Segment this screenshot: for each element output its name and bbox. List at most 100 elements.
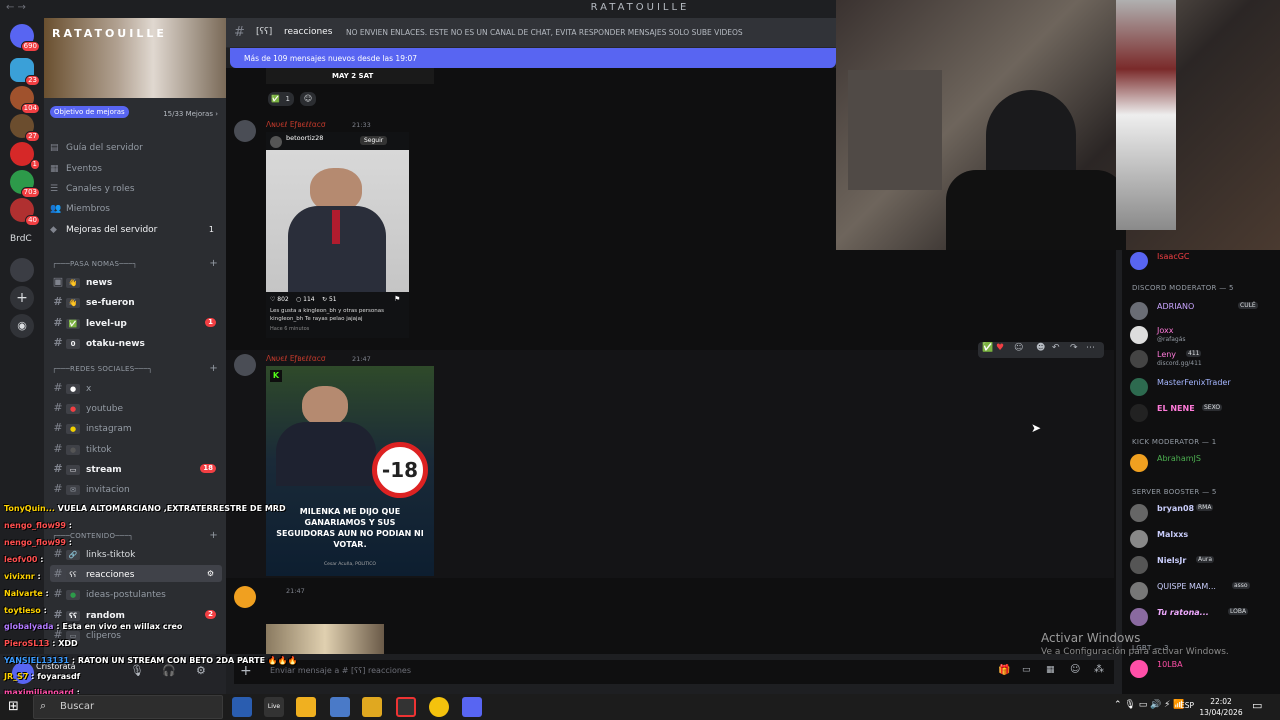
member-item[interactable]: Malxxs [1130,528,1278,550]
channel-news[interactable]: ▣ 👋 news [50,273,222,290]
server-icon[interactable]: 703 [10,170,40,198]
check-icon[interactable]: ✅ [982,343,993,353]
member-item[interactable]: AbrahamJS [1130,452,1278,474]
message-composer[interactable]: + Enviar mensaje a # [ʕʕ] reacciones 🎁 ▭… [234,660,1114,684]
follow-button[interactable]: Seguir [360,136,388,145]
image-headline: MILENKA ME DIJO QUE GANARIAMOS Y SUS SEG… [276,507,424,549]
member-item[interactable]: QUISPE MAM... asso [1130,580,1278,602]
copilot-icon[interactable] [232,697,252,717]
gift-icon[interactable]: 🎁 [998,665,1010,676]
menu-server-boost[interactable]: ◆ Mejoras del servidor 1 [50,222,220,238]
member-item[interactable]: bryan08 RMA [1130,502,1278,524]
avatar[interactable] [234,586,256,608]
member-item[interactable]: MasterFenixTrader [1130,376,1278,398]
channel-otaku-news[interactable]: #0 otaku-news [50,334,222,351]
emoji-icon[interactable]: ☺ [1070,664,1080,675]
menu-members[interactable]: 👥 Miembros [50,201,220,217]
reaction-check[interactable]: ✅ 1 [268,92,294,106]
avatar[interactable] [234,354,256,376]
message-author[interactable]: Λɴυєℓ Eƒʙєℓℓαcσ [266,120,326,129]
discord-icon[interactable] [462,697,482,717]
server-banner[interactable]: RATATOUILLE [44,18,226,98]
boost-goal[interactable]: Objetivo de mejoras 15/33 Mejoras › [50,106,220,122]
mic-icon[interactable]: 🎙 [130,664,144,677]
live-app-icon[interactable]: Live [264,697,284,717]
channel-stream[interactable]: # ▭ stream 18 [50,460,222,477]
channel-level-up[interactable]: # ✅ level-up 1 [50,314,222,331]
member-item[interactable]: ADRIANO CULÉ [1130,300,1278,322]
channel-ideas-postulantes[interactable]: # ● ideas-postulantes [50,585,222,602]
channel-instagram[interactable]: # ● instagram [50,419,222,436]
channel-se-fueron[interactable]: # 👋 se-fueron [50,293,222,310]
add-reaction-icon[interactable]: ☺ [300,92,316,106]
previous-embed[interactable]: MAY 2 SAT [266,68,434,84]
more-icon[interactable]: ⋯ [1086,343,1095,353]
notification-icon[interactable]: ▭ [1252,699,1262,712]
add-server-icon[interactable]: + [10,286,34,310]
member-item[interactable]: Joxx @rafagás [1130,324,1278,346]
gif-icon[interactable]: ▭ [1022,665,1031,675]
chrome-icon[interactable] [429,697,449,717]
server-icon[interactable]: 104 [10,86,40,114]
server-icon[interactable]: 23 [10,58,40,86]
channel-random[interactable]: # ʕʕ random 2 [50,606,222,623]
taskbar: ⊞ ⌕ Buscar Live ⌃ 🎙 ▭ 🔊 ⚡ 📶 ESP 22:02 13/0… [0,694,1280,720]
channel-invitacion[interactable]: # ✉ invitacion [50,480,222,497]
sticker-icon[interactable]: ▦ [1046,665,1055,675]
apps-icon[interactable]: ⁂ [1094,664,1104,675]
emoji-add-icon[interactable]: ☻ [1036,343,1045,353]
post-image[interactable] [266,624,384,654]
bookmark-icon[interactable]: ⚑ [394,295,400,303]
channel-x[interactable]: # ● x [50,379,222,396]
tiktok-embed[interactable]: betoortiz28 Seguir ♡ 802 ○ 114 ↻ 51 ⚑ Le… [266,132,409,338]
post-image[interactable] [266,150,409,292]
app-icon[interactable] [330,697,350,717]
category-redes-sociales[interactable]: ┌───REDES SOCIALES───┐ + [52,363,222,374]
headphones-icon[interactable]: 🎧 [162,664,176,677]
message-input[interactable]: Enviar mensaje a # [ʕʕ] reacciones [270,666,411,675]
news-icon: ▣ [52,275,64,288]
menu-events[interactable]: ▦ Eventos [50,161,220,177]
message-author[interactable]: Λɴυєℓ Eƒʙєℓℓαcσ [266,354,326,363]
server-icon[interactable] [10,258,34,282]
channel-tiktok[interactable]: # ● tiktok [50,440,222,457]
server-icon[interactable]: 40 [10,198,40,226]
forward-icon[interactable]: ↷ [1070,343,1078,353]
heart-icon[interactable]: ♥ [996,343,1004,353]
avatar[interactable] [234,120,256,142]
member-item[interactable]: IsaacGC [1130,250,1278,272]
server-icon[interactable]: 1 [10,142,40,170]
server-icon[interactable]: 27 [10,114,40,142]
channel-links-tiktok[interactable]: # 🔗 links-tiktok [50,545,222,562]
channel-reacciones[interactable]: # ʕʕ reacciones ⚙ [50,565,222,582]
channel-topic[interactable]: NO ENVIEN ENLACES. ESTE NO ES UN CANAL D… [346,28,743,37]
obs-icon[interactable] [396,697,416,717]
member-item[interactable]: EL NENE SEXO [1130,402,1278,424]
menu-server-guide[interactable]: ▤ Guía del servidor [50,140,220,156]
folder-icon[interactable] [362,697,382,717]
attach-plus-icon[interactable]: + [240,663,252,679]
emoji-icon[interactable]: ☺ [1014,343,1023,353]
gear-icon[interactable]: ⚙ [196,664,206,677]
language-indicator[interactable]: ESP [1180,701,1194,710]
channel-youtube[interactable]: # ● youtube [50,399,222,416]
member-item[interactable]: NielsJr Aura [1130,554,1278,576]
post-image[interactable]: K -18 MILENKA ME DIJO QUE GANARIAMOS Y S… [266,366,434,576]
category-contenido[interactable]: ┌───CONTENIDO───┐ + [52,530,222,541]
explore-icon[interactable]: ◉ [10,314,34,338]
server-label-brdc[interactable]: BrdC [10,234,32,244]
tray-icons[interactable]: ⌃ 🎙 ▭ 🔊 ⚡ 📶 [1114,700,1185,710]
member-item[interactable]: Leny 411 discord.gg/411 [1130,348,1278,370]
windows-start-icon[interactable]: ⊞ [8,699,19,714]
new-messages-bar[interactable]: Más de 109 mensajes nuevos desde las 19:… [230,48,836,68]
taskbar-search[interactable]: ⌕ Buscar [33,695,223,719]
menu-channels-roles[interactable]: ☰ Canales y roles [50,181,220,197]
category-pasa-nomas[interactable]: ┌───PASA NOMAS───┐ + [52,258,222,269]
reply-icon[interactable]: ↶ [1052,343,1060,353]
clock[interactable]: 22:02 13/04/2026 [1196,696,1246,718]
discord-home-icon[interactable]: 690 [10,24,40,52]
member-item[interactable]: Tu ratona... LOBA [1130,606,1278,628]
brave-icon[interactable] [296,697,316,717]
member-item[interactable]: 10LBA [1130,658,1278,680]
server-name[interactable]: RATATOUILLE [52,27,167,40]
